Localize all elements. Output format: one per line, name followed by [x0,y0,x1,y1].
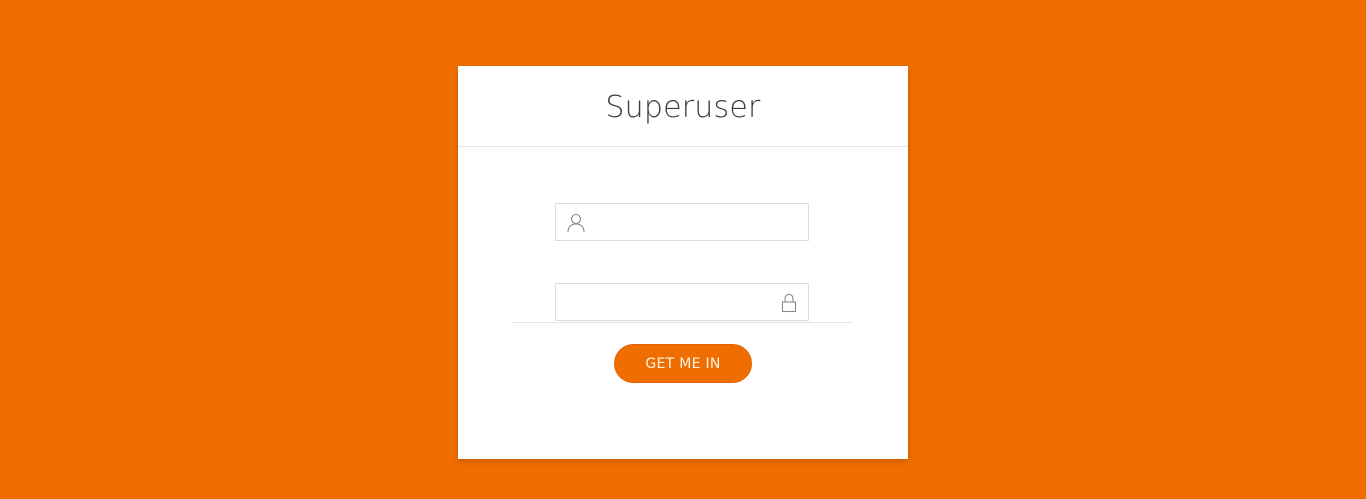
lock-icon [781,293,797,313]
submit-button[interactable]: GET ME IN [614,344,752,383]
username-input[interactable] [556,204,808,240]
card-header: Superuser [458,66,908,147]
login-card: Superuser GET ME IN [458,66,908,459]
field-divider [513,322,853,323]
password-field[interactable] [555,283,809,321]
username-field[interactable] [555,203,809,241]
password-input[interactable] [556,284,808,320]
login-page: Superuser GET ME IN [0,0,1366,499]
page-title: Superuser [605,89,761,125]
